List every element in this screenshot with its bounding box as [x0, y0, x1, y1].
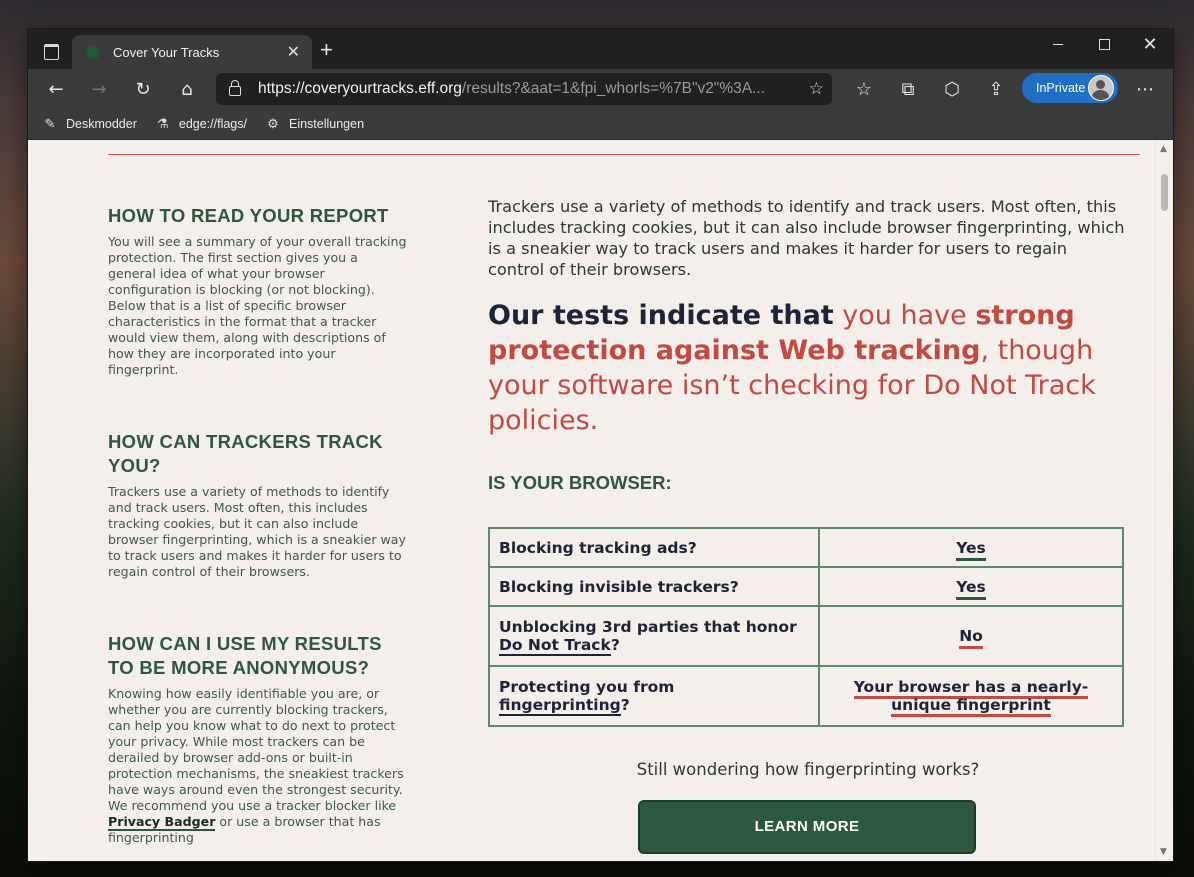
sidebar: HOW TO READ YOUR REPORT You will see a s…: [108, 204, 408, 846]
scrollbar-thumb[interactable]: [1161, 174, 1168, 211]
section-title-how-track: HOW CAN TRACKERS TRACK YOU?: [108, 431, 383, 476]
scrollbar[interactable]: ▲ ▼: [1155, 140, 1173, 861]
browser-window: Cover Your Tracks ✕ + ✕ ← → ↻ ⌂ https://…: [28, 29, 1173, 861]
forward-icon[interactable]: →: [84, 74, 114, 104]
minimize-button[interactable]: [1035, 29, 1081, 59]
table-row: Blocking invisible trackers? Yes: [488, 566, 1124, 607]
bookmark-deskmodder[interactable]: ✎ Deskmodder: [42, 116, 137, 132]
intro-text: Trackers use a variety of methods to ide…: [488, 197, 1125, 279]
new-tab-button[interactable]: +: [320, 39, 333, 61]
section-text-anonymous: Knowing how easily identifiable you are,…: [108, 686, 404, 845]
scroll-down-icon[interactable]: ▼: [1160, 847, 1167, 857]
eff-favicon-icon: [86, 45, 100, 59]
inprivate-badge[interactable]: InPrivate: [1022, 73, 1118, 103]
page-content: HOW TO READ YOUR REPORT You will see a s…: [28, 140, 1156, 861]
bookmark-edge-flags[interactable]: ⚗ edge://flags/: [155, 116, 247, 132]
results-table: Blocking tracking ads? Yes Blocking invi…: [488, 527, 1124, 727]
bookmark-einstellungen[interactable]: ⚙ Einstellungen: [265, 116, 364, 132]
pen-icon: ✎: [44, 116, 56, 131]
close-window-button[interactable]: ✕: [1127, 29, 1173, 59]
bookmarks-bar: ✎ Deskmodder ⚗ edge://flags/ ⚙ Einstellunge…: [28, 109, 1173, 140]
toolbar: ← → ↻ ⌂ https://coveryourtracks.eff.org/…: [28, 69, 1173, 109]
add-favorite-icon[interactable]: ☆: [809, 79, 824, 99]
home-icon[interactable]: ⌂: [172, 74, 202, 104]
scroll-up-icon[interactable]: ▲: [1160, 144, 1167, 154]
more-icon[interactable]: ⋯: [1130, 74, 1160, 104]
share-icon[interactable]: ⇪: [981, 74, 1011, 104]
answer-cell[interactable]: No: [818, 605, 1124, 667]
browser-heading: IS YOUR BROWSER:: [488, 472, 672, 493]
inprivate-label: InPrivate: [1036, 81, 1086, 95]
back-icon[interactable]: ←: [41, 74, 71, 104]
answer-cell[interactable]: Yes: [818, 527, 1124, 568]
extensions-icon[interactable]: ⬡: [937, 74, 967, 104]
fingerprinting-link[interactable]: fingerprinting: [499, 696, 621, 716]
answer-cell[interactable]: Yes: [818, 566, 1124, 607]
tab-actions-icon[interactable]: [38, 39, 64, 65]
section-title-read-report: HOW TO READ YOUR REPORT: [108, 205, 389, 226]
question-cell: Blocking tracking ads?: [488, 527, 820, 568]
privacy-badger-link[interactable]: Privacy Badger: [108, 814, 216, 831]
url-text[interactable]: https://coveryourtracks.eff.org/results?…: [258, 80, 788, 98]
main-content: Trackers use a variety of methods to ide…: [488, 196, 1128, 854]
lock-icon[interactable]: [229, 80, 241, 96]
tab-close-icon[interactable]: ✕: [287, 44, 300, 60]
refresh-icon[interactable]: ↻: [128, 74, 158, 104]
title-bar: Cover Your Tracks ✕ + ✕: [28, 29, 1173, 69]
divider: [108, 154, 1140, 155]
still-wondering-text: Still wondering how fingerprinting works…: [636, 760, 980, 779]
table-row: Blocking tracking ads? Yes: [488, 527, 1124, 568]
section-text-how-track: Trackers use a variety of methods to ide…: [108, 484, 406, 579]
gear-icon: ⚙: [267, 116, 279, 131]
tab-cover-your-tracks[interactable]: Cover Your Tracks ✕: [72, 35, 312, 69]
maximize-button[interactable]: [1081, 29, 1127, 59]
table-row: Protecting you from fingerprinting? Your …: [488, 665, 1124, 727]
table-row: Unblocking 3rd parties that honor Do Not …: [488, 605, 1124, 667]
section-title-anonymous: HOW CAN I USE MY RESULTS TO BE MORE ANON…: [108, 633, 382, 678]
flask-icon: ⚗: [157, 116, 169, 131]
section-text-read-report: You will see a summary of your overall t…: [108, 234, 407, 377]
learn-more-button[interactable]: LEARN MORE: [638, 800, 976, 854]
result-headline: Our tests indicate that you have strong …: [488, 300, 1096, 436]
question-cell: Protecting you from fingerprinting?: [488, 665, 820, 727]
tab-title: Cover Your Tracks: [113, 44, 220, 60]
question-cell: Unblocking 3rd parties that honor Do Not …: [488, 605, 820, 667]
favorites-icon[interactable]: ☆: [849, 74, 879, 104]
address-bar[interactable]: https://coveryourtracks.eff.org/results?…: [216, 73, 832, 105]
question-cell: Blocking invisible trackers?: [488, 566, 820, 607]
collections-icon[interactable]: ⧉: [893, 74, 923, 104]
avatar-icon: [1088, 75, 1114, 101]
do-not-track-link[interactable]: Do Not Track: [499, 636, 611, 656]
answer-cell[interactable]: Your browser has a nearly-unique fingerp…: [818, 665, 1124, 727]
